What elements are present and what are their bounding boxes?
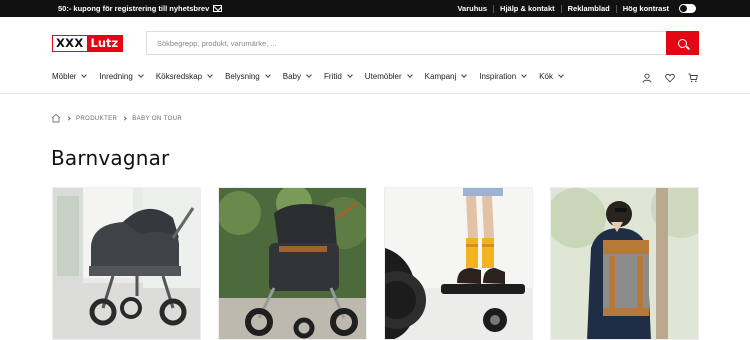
user-icon[interactable] (642, 70, 652, 83)
nav-label: Köksredskap (155, 71, 203, 81)
search-bar (146, 31, 699, 55)
chevron-down-icon (461, 72, 468, 78)
nav-item-mobler[interactable]: Möbler (52, 69, 88, 83)
breadcrumb: PRODUKTER BABY ON TOUR (51, 113, 182, 124)
chevron-down-icon (306, 72, 312, 78)
header-divider (0, 93, 750, 94)
nav-label: Möbler (52, 71, 77, 81)
nav-label: Utemöbler (364, 71, 402, 81)
nav-item-koksredskap[interactable]: Köksredskap (155, 69, 213, 83)
changing-bag-image (551, 188, 698, 339)
category-tile-stroller[interactable] (218, 187, 367, 340)
newsletter-promo-link[interactable]: 50:- kupong för registrering till nyhets… (58, 0, 223, 17)
breadcrumb-separator (66, 116, 71, 121)
stroller-image (219, 188, 366, 339)
search-input[interactable] (147, 32, 667, 54)
nav-label: Belysning (225, 71, 260, 81)
chevron-down-icon (137, 72, 144, 78)
chevron-down-icon (521, 72, 528, 78)
main-nav: Möbler Inredning Köksredskap Belysning B… (52, 69, 576, 83)
chevron-down-icon (207, 72, 213, 78)
catalog-link[interactable]: Reklamblad (562, 4, 617, 13)
nav-label: Kampanj (424, 71, 457, 81)
category-tile-pram[interactable] (52, 187, 201, 340)
nav-label: Inspiration (479, 71, 517, 81)
chevron-down-icon (264, 72, 271, 78)
logo-part-lutz: Lutz (86, 36, 123, 51)
nav-label: Baby (282, 71, 301, 81)
logo-part-xxx: XXX (53, 36, 87, 51)
heart-icon[interactable] (665, 70, 675, 83)
nav-item-kampanj[interactable]: Kampanj (424, 69, 468, 83)
newsletter-promo-text: 50:- kupong för registrering till nyhets… (58, 4, 210, 13)
top-bar: 50:- kupong för registrering till nyhets… (0, 0, 750, 17)
chevron-down-icon (346, 72, 353, 78)
top-links: Varuhus Hjälp & kontakt Reklamblad Hög k… (451, 0, 675, 17)
mail-icon (213, 5, 223, 12)
chevron-down-icon (558, 72, 564, 78)
search-button[interactable] (666, 31, 699, 55)
nav-item-kok[interactable]: Kök (539, 69, 564, 83)
high-contrast-label: Hög kontrast (622, 3, 669, 13)
nav-item-fritid[interactable]: Fritid (323, 69, 353, 83)
nav-label: Inredning (99, 71, 133, 81)
high-contrast-toggle[interactable] (679, 4, 696, 13)
home-icon[interactable] (51, 113, 61, 125)
nav-item-baby[interactable]: Baby (282, 69, 312, 83)
nav-item-inspiration[interactable]: Inspiration (479, 69, 528, 83)
page-title: Barnvagnar (51, 146, 170, 170)
store-link[interactable]: Varuhus (451, 4, 495, 13)
nav-item-belysning[interactable]: Belysning (225, 69, 271, 83)
cart-icon[interactable] (688, 70, 698, 83)
buggy-board-image (385, 188, 532, 339)
chevron-down-icon (81, 72, 88, 78)
pram-image (53, 188, 200, 339)
nav-item-utemobler[interactable]: Utemöbler (364, 69, 413, 83)
nav-label: Fritid (323, 71, 342, 81)
logo[interactable]: XXX Lutz (52, 35, 124, 52)
category-tile-buggy-board[interactable] (384, 187, 533, 340)
nav-item-inredning[interactable]: Inredning (99, 69, 144, 83)
category-tile-changing-bag[interactable] (550, 187, 699, 340)
breadcrumb-item-baby-on-tour[interactable]: BABY ON TOUR (132, 116, 182, 122)
help-contact-link[interactable]: Hjälp & kontakt (494, 4, 562, 13)
nav-label: Kök (539, 71, 553, 81)
breadcrumb-separator (122, 116, 127, 121)
search-icon (678, 38, 687, 48)
chevron-down-icon (406, 72, 413, 78)
breadcrumb-item-products[interactable]: PRODUKTER (76, 116, 117, 122)
header-actions (642, 70, 698, 83)
